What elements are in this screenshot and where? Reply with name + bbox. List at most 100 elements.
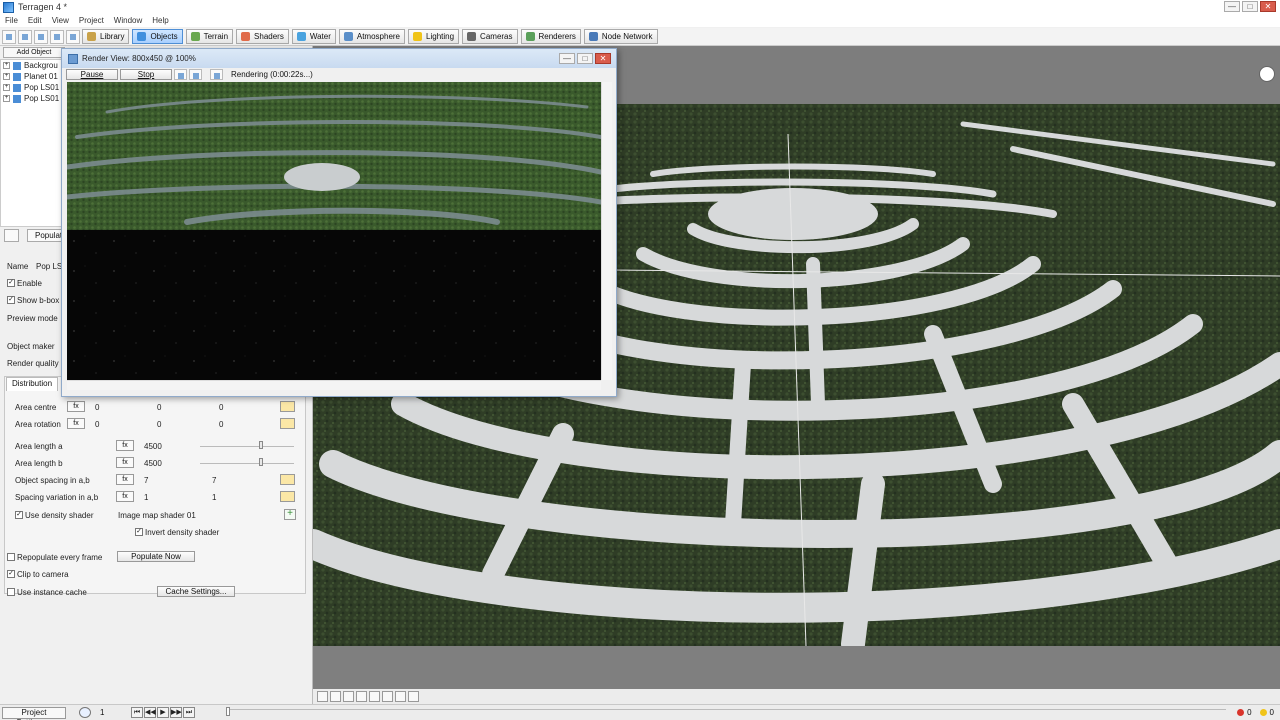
tab-shaders[interactable]: Shaders [236, 29, 289, 44]
save-project-icon[interactable] [34, 29, 48, 44]
show-bbox-checkbox[interactable]: ✓ [7, 296, 15, 304]
copy-camera-icon[interactable] [343, 691, 354, 702]
tab-atmosphere[interactable]: Atmosphere [338, 29, 406, 44]
function-icon[interactable]: fx [116, 474, 134, 485]
menu-help[interactable]: Help [152, 16, 168, 25]
function-icon[interactable]: fx [116, 457, 134, 468]
pause-button[interactable]: Pause [66, 69, 118, 80]
menu-file[interactable]: File [5, 16, 18, 25]
lock-icon[interactable] [280, 418, 295, 429]
tab-cameras[interactable]: Cameras [462, 29, 518, 44]
function-icon[interactable]: fx [67, 401, 85, 412]
menu-edit[interactable]: Edit [28, 16, 42, 25]
minimize-button[interactable]: — [1224, 1, 1240, 12]
tab-objects[interactable]: Objects [132, 29, 183, 44]
expand-icon[interactable]: + [3, 62, 10, 69]
area-rotation-x[interactable]: 0 [95, 420, 99, 429]
spacing-variation-a[interactable]: 1 [144, 493, 148, 502]
grid-icon[interactable] [408, 691, 419, 702]
slider-thumb[interactable] [259, 458, 263, 466]
clip-to-camera-checkbox[interactable]: ✓ [7, 570, 15, 578]
project-settings-button[interactable]: Project Settings... [2, 707, 66, 720]
density-shader-value[interactable]: Image map shader 01 [118, 511, 196, 520]
repopulate-checkbox[interactable] [7, 553, 15, 561]
next-frame-button[interactable]: ▶▶ [170, 707, 182, 718]
area-length-a-slider[interactable] [200, 446, 294, 447]
area-rotation-z[interactable]: 0 [219, 420, 223, 429]
lock-icon[interactable] [280, 401, 295, 412]
first-frame-button[interactable]: ⏮ [131, 707, 143, 718]
tab-terrain[interactable]: Terrain [185, 29, 234, 44]
name-field[interactable]: Pop LS [36, 262, 62, 271]
preview-icon[interactable] [382, 691, 393, 702]
expand-icon[interactable]: + [3, 95, 10, 102]
node-menu-icon[interactable] [4, 229, 19, 242]
invert-density-checkbox[interactable]: ✓ [135, 528, 143, 536]
menu-view[interactable]: View [52, 16, 69, 25]
area-rotation-y[interactable]: 0 [157, 420, 161, 429]
render-close-button[interactable]: ✕ [595, 53, 611, 64]
prev-frame-button[interactable]: ◀◀ [144, 707, 156, 718]
area-length-b-slider[interactable] [200, 463, 294, 464]
render-minimize-button[interactable]: — [559, 53, 575, 64]
expand-icon[interactable]: + [3, 73, 10, 80]
render-scrollbar-vertical[interactable] [601, 82, 612, 380]
tree-item-pop1[interactable]: + Pop LS01 [1, 82, 61, 93]
object-spacing-b[interactable]: 7 [212, 476, 216, 485]
add-shader-icon[interactable]: + [284, 509, 296, 520]
settings-icon[interactable] [66, 29, 80, 44]
area-length-b-value[interactable]: 4500 [144, 459, 162, 468]
area-length-a-value[interactable]: 4500 [144, 442, 162, 451]
frame-field[interactable]: 1 [100, 708, 104, 717]
function-icon[interactable]: fx [67, 418, 85, 429]
render-maximize-button[interactable]: □ [577, 53, 593, 64]
render-view-titlebar[interactable]: Render View: 800x450 @ 100% — □ ✕ [62, 49, 616, 68]
menu-project[interactable]: Project [79, 16, 104, 25]
close-button[interactable]: ✕ [1260, 1, 1276, 12]
refresh-icon[interactable] [369, 691, 380, 702]
color-channels-icon[interactable] [189, 69, 202, 80]
error-count[interactable]: 0 [1237, 708, 1252, 717]
use-density-shader-checkbox[interactable]: ✓ [15, 511, 23, 519]
tree-item-planet[interactable]: + Planet 01 [1, 71, 61, 82]
enable-checkbox[interactable]: ✓ [7, 279, 15, 287]
tab-water[interactable]: Water [291, 29, 336, 44]
save-render-icon[interactable] [210, 69, 223, 80]
lock-icon[interactable] [280, 491, 295, 502]
viewport-options-icon[interactable] [317, 691, 328, 702]
new-project-icon[interactable] [2, 29, 16, 44]
zoom-icon[interactable] [174, 69, 187, 80]
warning-count[interactable]: 0 [1259, 708, 1274, 717]
lock-icon[interactable] [280, 474, 295, 485]
tree-item-background[interactable]: + Backgrou [1, 60, 61, 71]
last-frame-button[interactable]: ⏭ [183, 707, 195, 718]
tree-item-pop2[interactable]: + Pop LS01 [1, 93, 61, 104]
tab-library[interactable]: Library [82, 29, 130, 44]
timeline-thumb[interactable] [226, 707, 230, 716]
area-centre-x[interactable]: 0 [95, 403, 99, 412]
timeline[interactable] [226, 707, 1226, 716]
expand-icon[interactable]: + [3, 84, 10, 91]
populate-now-button[interactable]: Populate Now [117, 551, 195, 562]
menu-window[interactable]: Window [114, 16, 142, 25]
cache-settings-button[interactable]: Cache Settings... [157, 586, 235, 597]
move-camera-icon[interactable] [356, 691, 367, 702]
tab-renderers[interactable]: Renderers [520, 29, 581, 44]
add-object-button[interactable]: Add Object [3, 47, 65, 58]
tab-distribution[interactable]: Distribution [6, 377, 58, 391]
zoom-icon[interactable] [395, 691, 406, 702]
navigation-compass-icon[interactable] [1259, 66, 1275, 82]
slider-thumb[interactable] [259, 441, 263, 449]
area-centre-y[interactable]: 0 [157, 403, 161, 412]
instance-cache-checkbox[interactable] [7, 588, 15, 596]
maximize-button[interactable]: □ [1242, 1, 1258, 12]
render-scrollbar-horizontal[interactable] [67, 380, 601, 390]
render-image[interactable] [67, 82, 601, 380]
render-icon[interactable] [50, 29, 64, 44]
area-centre-z[interactable]: 0 [219, 403, 223, 412]
tab-node-network[interactable]: Node Network [583, 29, 658, 44]
camera-icon[interactable] [330, 691, 341, 702]
play-button[interactable]: ▶ [157, 707, 169, 718]
function-icon[interactable]: fx [116, 491, 134, 502]
function-icon[interactable]: fx [116, 440, 134, 451]
